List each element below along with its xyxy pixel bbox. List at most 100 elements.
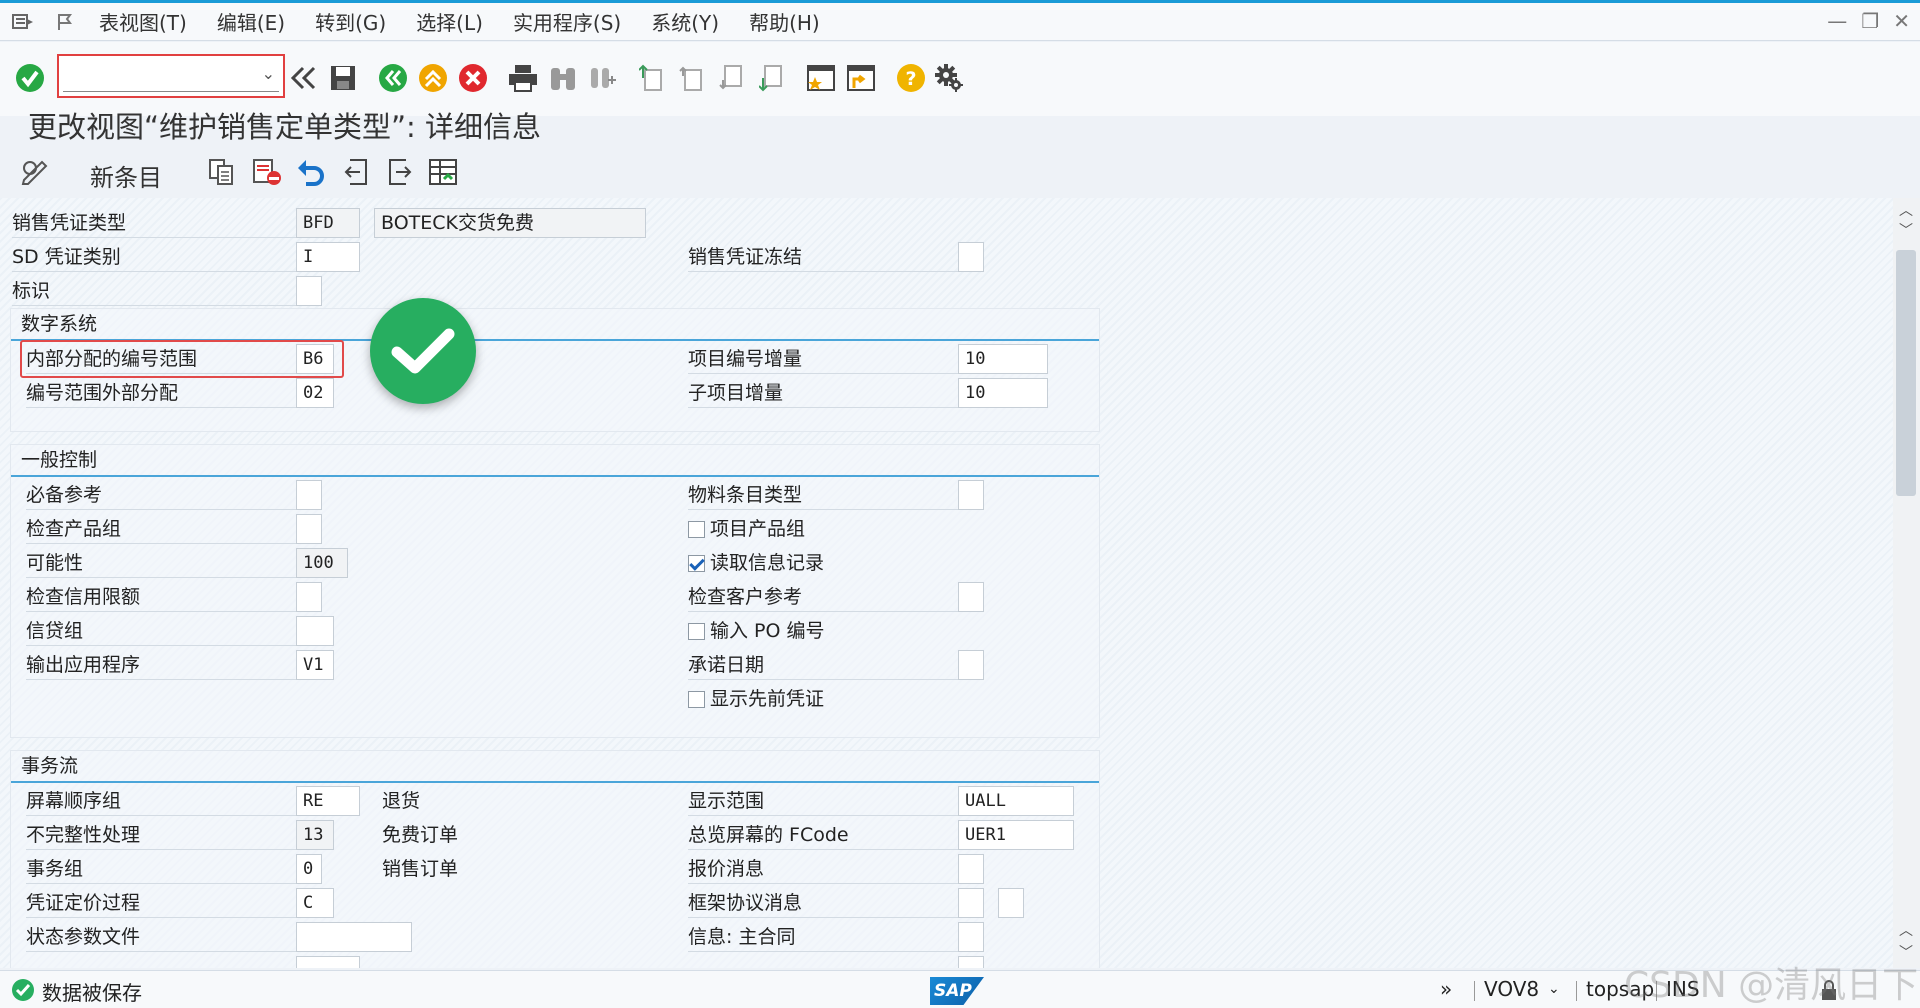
- page-title: 更改视图“维护销售定单类型”: 详细信息: [28, 110, 542, 144]
- last-page-icon[interactable]: [758, 58, 786, 98]
- exit-icon[interactable]: [418, 58, 448, 98]
- enter-icon[interactable]: [14, 58, 46, 98]
- check-credit-limit-field[interactable]: [296, 582, 322, 612]
- screen-sequence-group-field[interactable]: RE: [296, 786, 360, 816]
- minimize-button[interactable]: —: [1827, 9, 1847, 33]
- window-controls: — ❐ ✕: [1827, 9, 1910, 33]
- next-page-icon[interactable]: [718, 58, 746, 98]
- collapse-left-icon[interactable]: [288, 58, 318, 98]
- chevron-down-icon[interactable]: ⌄: [262, 64, 275, 83]
- print-icon[interactable]: [508, 58, 538, 98]
- status-profile-field[interactable]: [296, 922, 412, 952]
- vertical-scrollbar[interactable]: ︿ ﹀ ︿ ﹀: [1893, 198, 1920, 968]
- delete-icon[interactable]: [252, 158, 282, 191]
- incompletion-procedure-desc: 免费订单: [382, 824, 459, 846]
- sub-item-increment-label: 子项目增量: [688, 378, 958, 408]
- menu-flag-icon[interactable]: [52, 11, 78, 33]
- material-entry-type-label: 物料条目类型: [688, 480, 958, 510]
- undo-icon[interactable]: [296, 158, 326, 191]
- chevron-down-icon[interactable]: ⌄: [1548, 981, 1560, 997]
- doc-pricing-procedure-label: 凭证定价过程: [26, 888, 296, 918]
- success-check-icon: [370, 298, 476, 404]
- incompletion-procedure-field[interactable]: 13: [296, 820, 334, 850]
- save-icon[interactable]: [328, 58, 358, 98]
- doc-block-field[interactable]: [958, 242, 984, 272]
- outline-agreement-messages-field[interactable]: [958, 888, 984, 918]
- product-attr-messages-field[interactable]: [958, 956, 984, 968]
- check-division-field[interactable]: [296, 514, 322, 544]
- menu-selection[interactable]: 选择(L): [401, 7, 498, 36]
- copy-as-icon[interactable]: [208, 158, 236, 191]
- quotation-messages-field[interactable]: [958, 854, 984, 884]
- next-entry-icon[interactable]: [386, 158, 414, 191]
- menu-goto[interactable]: 转到(G): [300, 7, 401, 36]
- display-range-field[interactable]: UALL: [958, 786, 1074, 816]
- indicator-field[interactable]: [296, 276, 322, 306]
- item-division-label: 项目产品组: [710, 518, 806, 540]
- sub-item-increment-field[interactable]: 10: [958, 378, 1048, 408]
- check-customer-ref-field[interactable]: [958, 582, 984, 612]
- overview-fcode-field[interactable]: UER1: [958, 820, 1074, 850]
- output-application-field[interactable]: V1: [296, 650, 334, 680]
- overview-fcode-label: 总览屏幕的 FCode: [688, 820, 958, 850]
- group-divider: [11, 781, 1099, 783]
- menu-help[interactable]: 帮助(H): [734, 7, 835, 36]
- menu-edit[interactable]: 编辑(E): [202, 7, 300, 36]
- reference-mandatory-label: 必备参考: [26, 480, 296, 510]
- scroll-up-icon[interactable]: ︿: [1899, 200, 1913, 220]
- system-menu-icon[interactable]: [10, 11, 36, 33]
- select-all-icon[interactable]: [428, 158, 458, 191]
- cancel-icon[interactable]: [458, 58, 488, 98]
- new-session-icon[interactable]: [806, 58, 836, 98]
- enter-po-number-checkbox[interactable]: [688, 623, 705, 640]
- first-page-icon[interactable]: [638, 58, 666, 98]
- expand-status-icon[interactable]: »: [1440, 977, 1452, 1001]
- find-icon[interactable]: [548, 58, 578, 98]
- highlight-box: [20, 340, 344, 378]
- scroll-up-bottom-icon[interactable]: ︿: [1899, 920, 1913, 940]
- reference-mandatory-field[interactable]: [296, 480, 322, 510]
- close-window-button[interactable]: ✕: [1893, 9, 1910, 33]
- display-change-icon[interactable]: [20, 156, 50, 191]
- doc-pricing-procedure-field[interactable]: C: [296, 888, 334, 918]
- back-icon[interactable]: [378, 58, 408, 98]
- scrollbar-thumb[interactable]: [1896, 250, 1916, 496]
- probability-field[interactable]: 100: [296, 548, 348, 578]
- display-range-label: 显示范围: [688, 786, 958, 816]
- new-entries-button[interactable]: 新条目: [90, 158, 162, 193]
- commitment-date-field[interactable]: [958, 650, 984, 680]
- master-contract-field[interactable]: [958, 922, 984, 952]
- doc-type-field[interactable]: BFD: [296, 208, 360, 238]
- read-info-record-checkbox[interactable]: [688, 555, 705, 572]
- alt-doc-type-field[interactable]: [296, 956, 360, 968]
- status-success-icon: [12, 979, 34, 1001]
- find-next-icon[interactable]: [588, 58, 618, 98]
- general-control-title: 一般控制: [21, 449, 98, 471]
- credit-group-field[interactable]: [296, 616, 334, 646]
- display-preceding-docs-checkbox[interactable]: [688, 691, 705, 708]
- external-number-range-field[interactable]: 02: [296, 378, 334, 408]
- output-application-label: 输出应用程序: [26, 650, 296, 680]
- menu-system[interactable]: 系统(Y): [636, 7, 734, 36]
- material-entry-type-field[interactable]: [958, 480, 984, 510]
- command-field[interactable]: ⌄: [57, 54, 285, 98]
- help-icon[interactable]: ?: [896, 58, 926, 98]
- sd-category-field[interactable]: I: [296, 242, 360, 272]
- detail-content: 销售凭证类型 BFD BOTECK交货免费 SD 凭证类别 I 销售凭证冻结 标…: [0, 198, 1893, 968]
- transaction-group-field[interactable]: 0: [296, 854, 322, 884]
- commitment-date-label: 承诺日期: [688, 650, 958, 680]
- doc-type-label: 销售凭证类型: [12, 208, 296, 238]
- previous-entry-icon[interactable]: [342, 158, 370, 191]
- item-division-checkbox[interactable]: [688, 521, 705, 538]
- previous-page-icon[interactable]: [678, 58, 706, 98]
- outline-agreement-extra-field[interactable]: [998, 888, 1024, 918]
- shortcut-icon[interactable]: [846, 58, 876, 98]
- settings-gear-icon[interactable]: [934, 58, 964, 98]
- menu-utilities[interactable]: 实用程序(S): [498, 7, 636, 36]
- restore-button[interactable]: ❐: [1861, 9, 1879, 33]
- sd-category-label: SD 凭证类别: [12, 242, 296, 272]
- item-increment-field[interactable]: 10: [958, 344, 1048, 374]
- menu-table-view[interactable]: 表视图(T): [84, 7, 202, 36]
- watermark-text: CSDN @清风日下: [1624, 965, 1919, 1006]
- scroll-down-icon[interactable]: ﹀: [1899, 220, 1913, 240]
